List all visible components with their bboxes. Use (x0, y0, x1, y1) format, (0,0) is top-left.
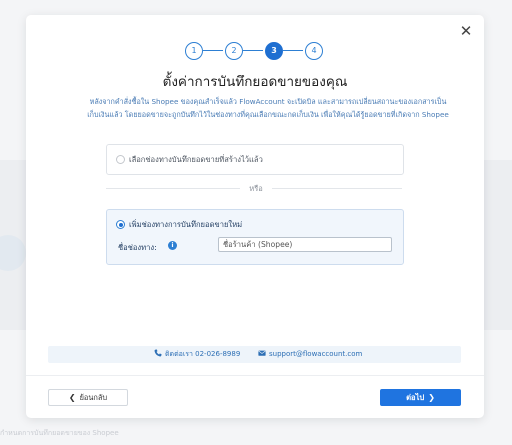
step-connector (243, 50, 263, 51)
chevron-left-icon: ❮ (68, 393, 76, 402)
channel-name-input[interactable] (218, 237, 392, 252)
modal-title: ตั้งค่าการบันทึกยอดขายของคุณ (162, 74, 348, 90)
step-connector (203, 50, 223, 51)
back-button[interactable]: ❮ ย้อนกลับ (48, 389, 128, 406)
option-new-label: เพิ่มช่องทางการบันทึกยอดขายใหม่ (129, 220, 243, 229)
step-1[interactable]: 1 (185, 42, 203, 60)
contact-bar: ติดต่อเรา 02-026-8989 support@flowaccoun… (48, 346, 461, 363)
info-icon[interactable]: i (168, 241, 177, 250)
next-button-label: ต่อไป (406, 392, 425, 402)
close-icon[interactable]: ✕ (458, 23, 474, 39)
modal-description: หลังจากคำสั่งซื้อใน Shopee ของคุณสำเร็จแ… (74, 95, 462, 121)
channel-name-label: ชื่อช่องทาง: (118, 243, 157, 252)
contact-email-text: support@flowaccount.com (269, 350, 363, 358)
description-line-2: เก็บเงินแล้ว โดยยอดขายจะถูกบันทึกไว้ในช่… (87, 110, 449, 119)
option-existing-channel[interactable]: เลือกช่องทางบันทึกยอดขายที่สร้างไว้แล้ว (106, 144, 404, 175)
divider-right (272, 188, 402, 189)
description-line-1: หลังจากคำสั่งซื้อใน Shopee ของคุณสำเร็จแ… (89, 97, 447, 106)
stepper: 1 2 3 4 (185, 42, 325, 60)
option-existing-label: เลือกช่องทางบันทึกยอดขายที่สร้างไว้แล้ว (129, 155, 263, 164)
step-connector (283, 50, 303, 51)
radio-new[interactable] (116, 220, 125, 229)
back-button-label: ย้อนกลับ (79, 392, 108, 402)
radio-existing[interactable] (116, 155, 125, 164)
divider-left (106, 188, 240, 189)
contact-phone[interactable]: ติดต่อเรา 02-026-8989 (154, 349, 240, 360)
step-3-active[interactable]: 3 (265, 42, 283, 60)
phone-icon (154, 349, 162, 357)
footer-divider (26, 375, 484, 376)
step-2[interactable]: 2 (225, 42, 243, 60)
next-button[interactable]: ต่อไป ❯ (380, 389, 461, 406)
chevron-right-icon: ❯ (428, 393, 435, 402)
or-label: หรือ (249, 184, 263, 193)
setup-modal: ✕ 1 2 3 4 ตั้งค่าการบันทึกยอดขายของคุณ ห… (26, 15, 484, 418)
contact-phone-text: ติดต่อเรา 02-026-8989 (165, 350, 241, 358)
background-text: กำหนดการบันทึกยอดขายของ Shopee (0, 429, 119, 437)
step-4[interactable]: 4 (305, 42, 323, 60)
contact-email[interactable]: support@flowaccount.com (258, 349, 362, 358)
mail-icon (258, 350, 266, 356)
background-panel (484, 160, 512, 330)
